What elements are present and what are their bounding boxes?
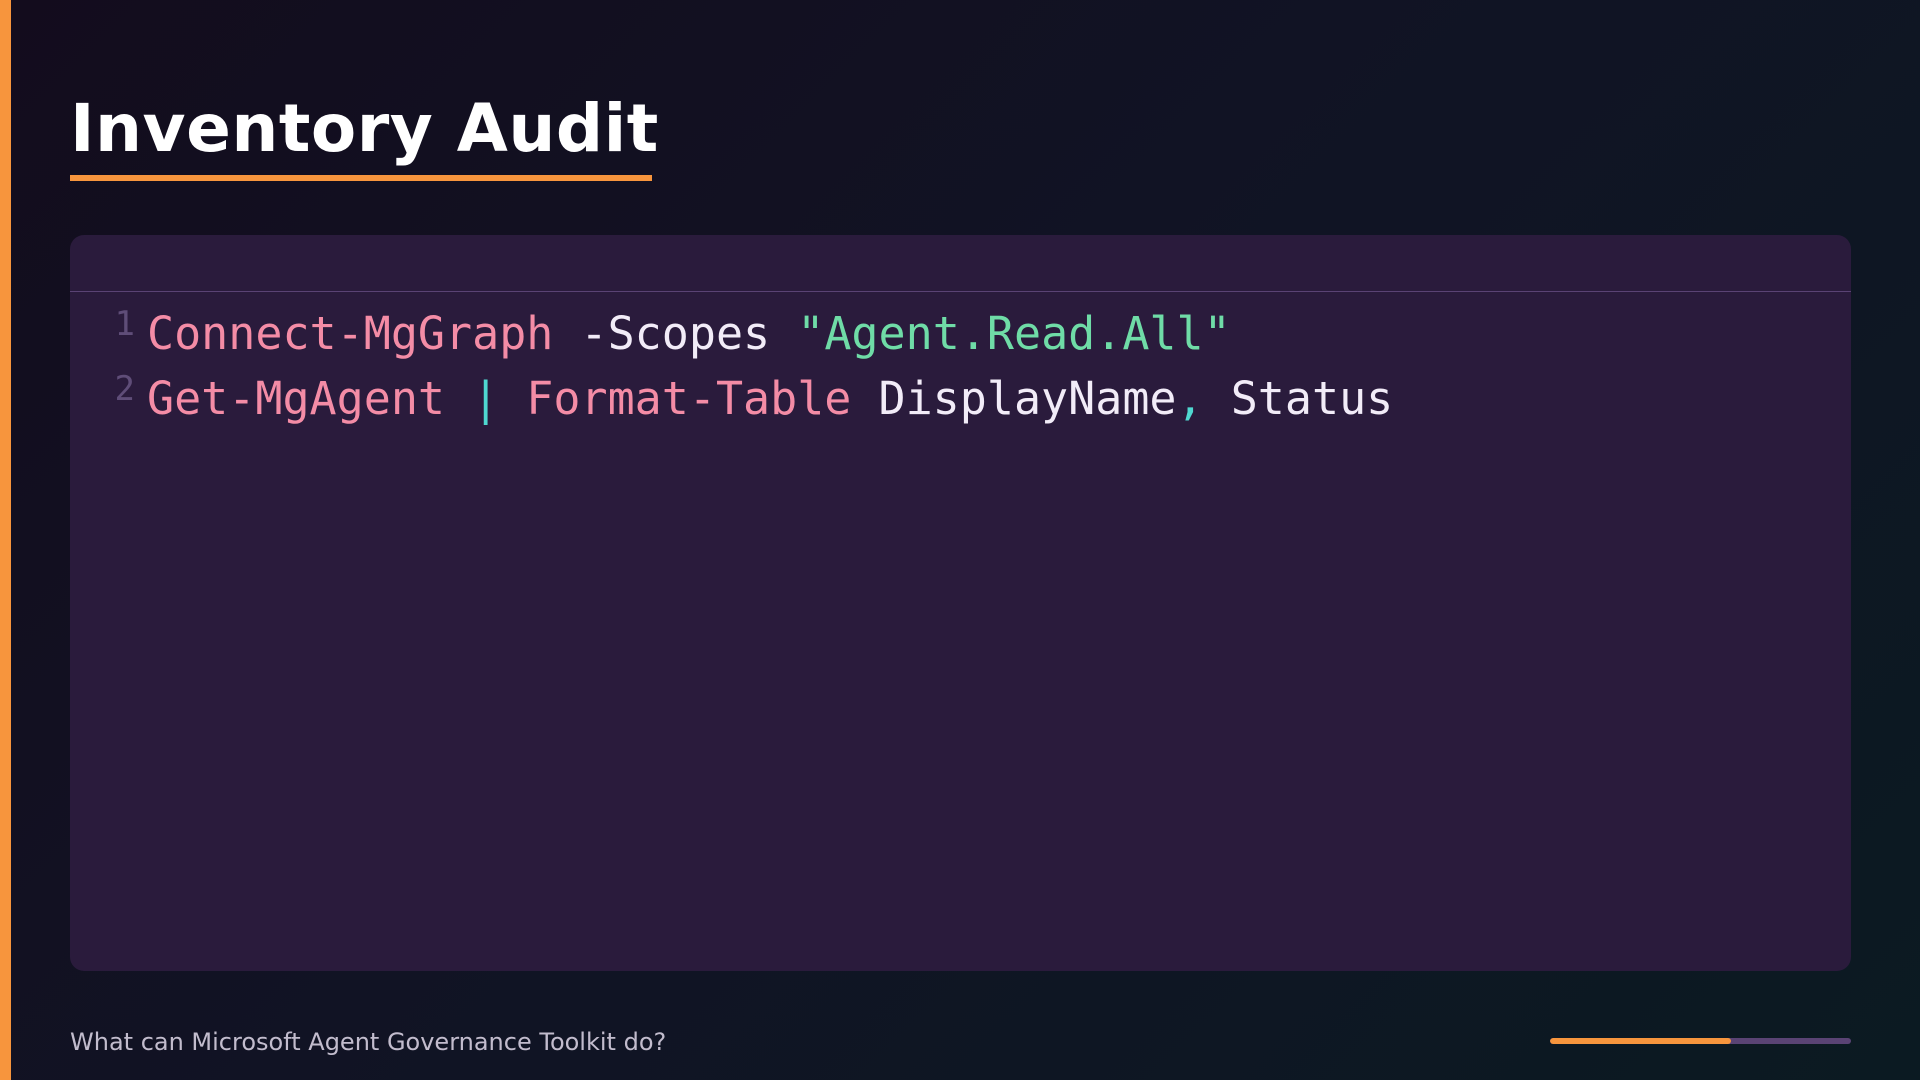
title-underline <box>70 175 652 181</box>
code-text: Connect-MgGraph -Scopes "Agent.Read.All" <box>147 304 1231 364</box>
code-line: 1 Connect-MgGraph -Scopes "Agent.Read.Al… <box>70 304 1851 369</box>
code-token-string: "Agent.Read.All" <box>797 307 1231 360</box>
footer-caption: What can Microsoft Agent Governance Tool… <box>70 1028 667 1056</box>
code-panel: 1 Connect-MgGraph -Scopes "Agent.Read.Al… <box>70 235 1851 971</box>
code-token-cmdlet: Connect-MgGraph <box>147 307 554 360</box>
code-panel-header <box>70 235 1851 292</box>
code-line: 2 Get-MgAgent | Format-Table DisplayName… <box>70 369 1851 434</box>
code-token-argument: Status <box>1203 372 1394 425</box>
accent-stripe <box>0 0 11 1080</box>
line-number: 2 <box>114 369 135 409</box>
slide-progress-fill <box>1550 1038 1731 1044</box>
code-text: Get-MgAgent | Format-Table DisplayName, … <box>147 369 1393 429</box>
code-token-argument: DisplayName <box>851 372 1177 425</box>
slide-progress-bar <box>1550 1038 1851 1044</box>
code-body: 1 Connect-MgGraph -Scopes "Agent.Read.Al… <box>70 292 1851 434</box>
code-token-cmdlet: Format-Table <box>526 372 852 425</box>
code-token-parameter: -Scopes <box>553 307 798 360</box>
code-token-comma: , <box>1176 372 1204 425</box>
code-token-pipe: | <box>472 372 500 425</box>
line-number: 1 <box>114 304 135 344</box>
slide-title: Inventory Audit <box>70 90 659 167</box>
code-token-cmdlet: Get-MgAgent <box>147 372 446 425</box>
